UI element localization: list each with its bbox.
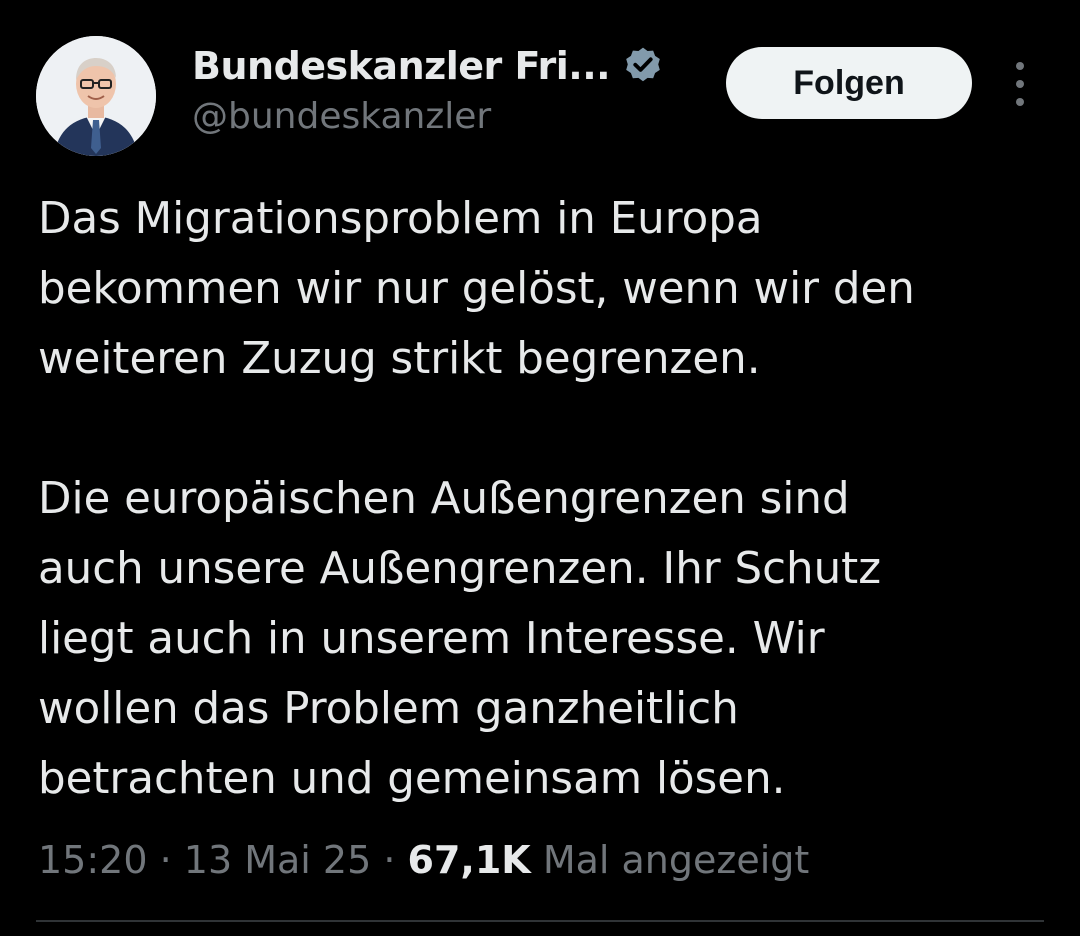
tweet-line: weiteren Zuzug strikt begrenzen. bbox=[38, 334, 761, 384]
meta-separator: · bbox=[371, 838, 408, 882]
tweet-line: bekommen wir nur gelöst, wenn wir den bbox=[38, 264, 915, 314]
tweet-line: wollen das Problem ganzheitlich bbox=[38, 684, 739, 734]
tweet-date[interactable]: 13 Mai 25 bbox=[184, 838, 372, 882]
tweet-line: auch unsere Außengrenzen. Ihr Schutz bbox=[38, 544, 882, 594]
tweet-line: liegt auch in unserem Interesse. Wir bbox=[38, 614, 825, 664]
avatar-photo bbox=[36, 36, 156, 156]
meta-separator: · bbox=[147, 838, 184, 882]
tweet-text: Das Migrationsproblem in Europa bekommen… bbox=[38, 184, 1048, 814]
more-dot bbox=[1016, 80, 1024, 88]
author-handle[interactable]: @bundeskanzler bbox=[192, 96, 491, 137]
tweet-meta: 15:20 · 13 Mai 25 · 67,1K Mal angezeigt bbox=[38, 832, 809, 888]
author-avatar[interactable] bbox=[36, 36, 156, 156]
tweet-line: Die europäischen Außengrenzen sind bbox=[38, 474, 850, 524]
author-display-name[interactable]: Bundeskanzler Fri... bbox=[192, 44, 611, 88]
views-label: Mal angezeigt bbox=[542, 838, 810, 882]
tweet-line: Das Migrationsproblem in Europa bbox=[38, 194, 763, 244]
verified-badge-icon bbox=[622, 45, 664, 87]
tweet-time[interactable]: 15:20 bbox=[38, 838, 148, 882]
more-dot bbox=[1016, 98, 1024, 106]
tweet-line: betrachten und gemeinsam lösen. bbox=[38, 754, 786, 804]
follow-button[interactable]: Folgen bbox=[726, 47, 972, 119]
views-count[interactable]: 67,1K bbox=[408, 838, 531, 882]
divider bbox=[36, 920, 1044, 922]
author-name-row[interactable]: Bundeskanzler Fri... bbox=[192, 38, 664, 94]
more-vertical-icon[interactable] bbox=[1002, 62, 1038, 106]
more-dot bbox=[1016, 62, 1024, 70]
tweet: Bundeskanzler Fri... @bundeskanzler Folg… bbox=[0, 0, 1080, 936]
